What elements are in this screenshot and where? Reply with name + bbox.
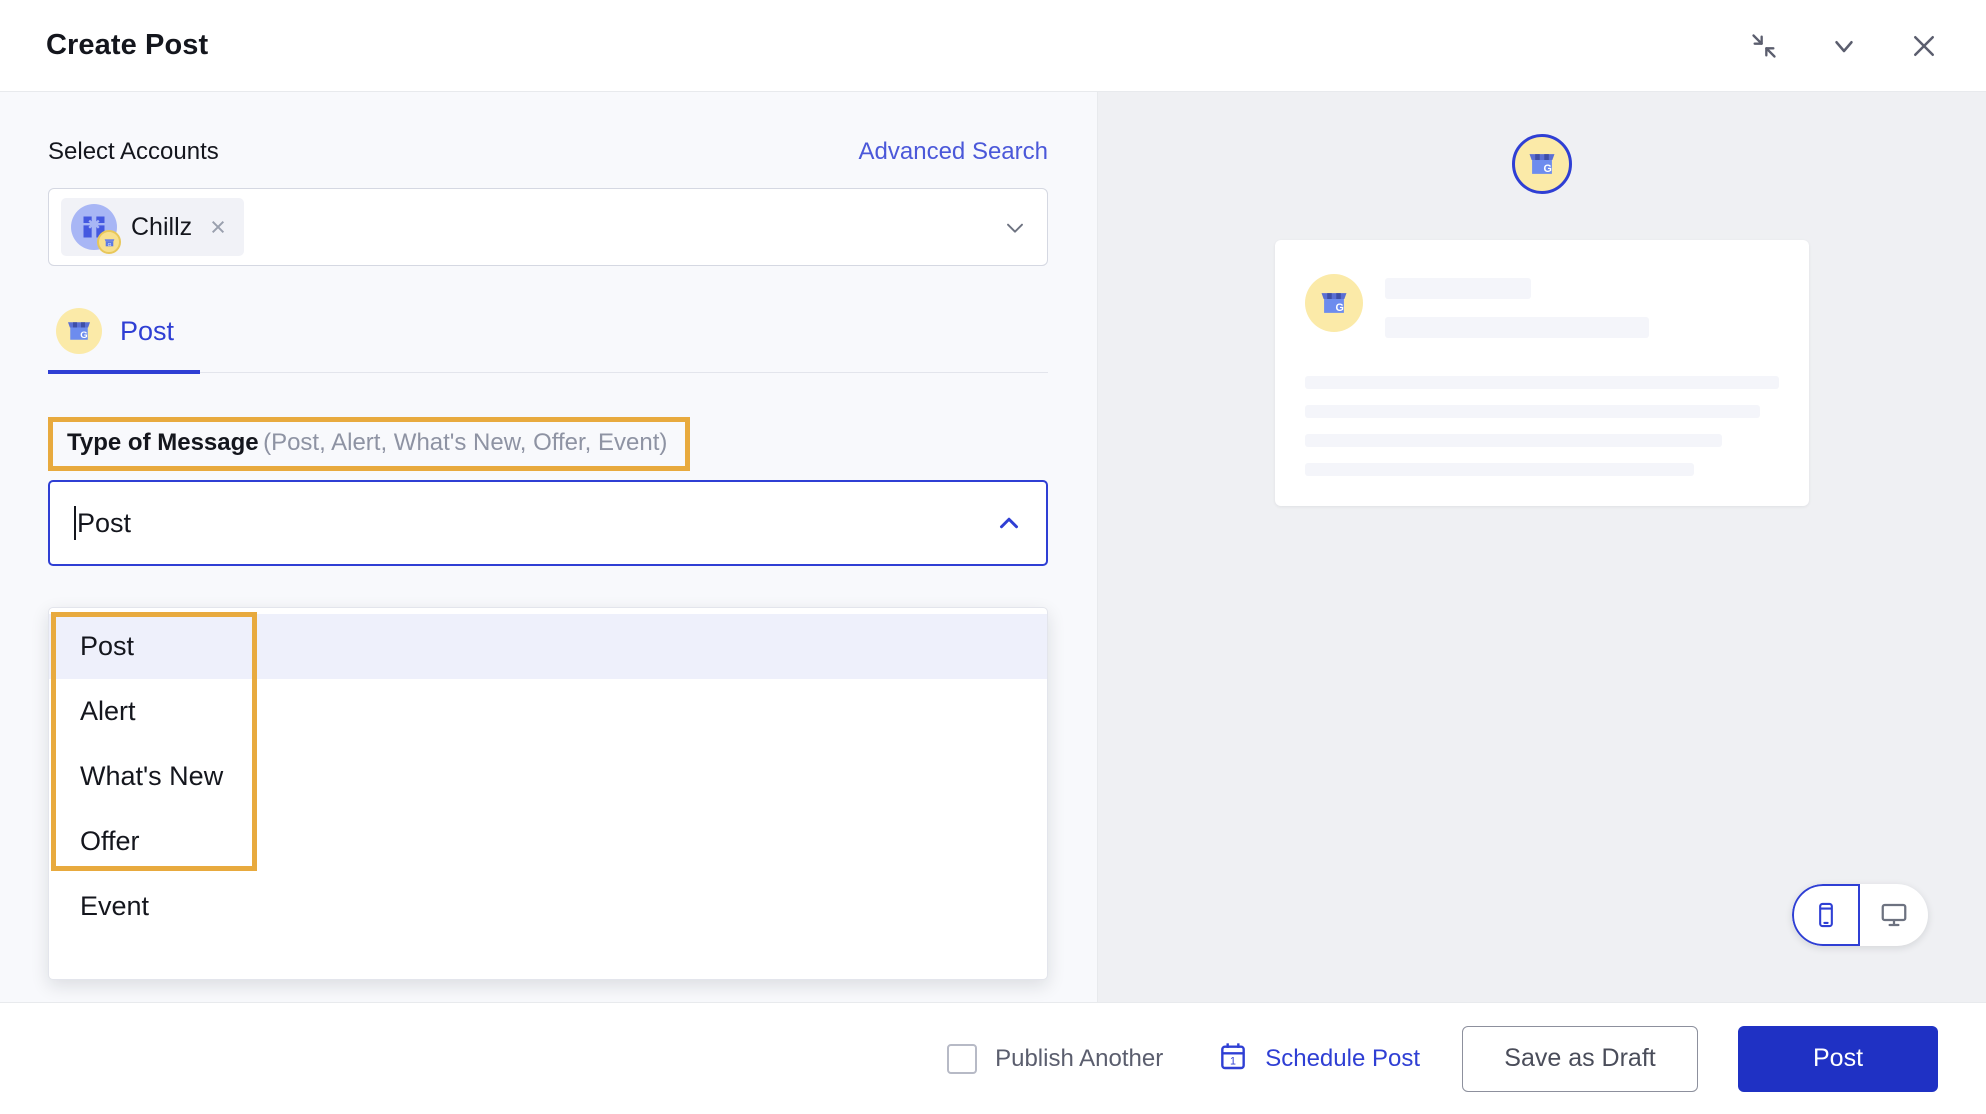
post-button[interactable]: Post: [1738, 1025, 1938, 1092]
page-title: Create Post: [46, 29, 209, 61]
account-chip[interactable]: G Chillz ×: [61, 198, 244, 256]
tab-post-label: Post: [120, 315, 175, 346]
svg-text:G: G: [1543, 163, 1551, 175]
calendar-icon: 1: [1217, 1040, 1249, 1077]
dropdown-option-alert[interactable]: Alert: [49, 679, 1047, 744]
account-select-box[interactable]: G Chillz ×: [48, 188, 1048, 266]
mobile-icon[interactable]: [1792, 884, 1860, 946]
device-preview-toggle[interactable]: [1792, 884, 1928, 946]
schedule-post-button[interactable]: 1 Schedule Post: [1217, 1040, 1420, 1077]
select-accounts-header: Select Accounts Advanced Search: [48, 138, 1048, 166]
desktop-icon[interactable]: [1860, 884, 1928, 946]
titlebar-actions: [1742, 24, 1946, 68]
publish-another-label: Publish Another: [995, 1044, 1164, 1072]
preview-card-header: G: [1305, 274, 1779, 338]
dialog-body: Select Accounts Advanced Search G Chillz…: [0, 92, 1986, 1002]
type-of-message-input[interactable]: Post: [48, 480, 1048, 566]
preview-network-avatar: G: [1512, 134, 1572, 194]
google-business-profile-badge-icon: G: [97, 230, 121, 254]
schedule-post-label: Schedule Post: [1265, 1044, 1420, 1072]
svg-text:G: G: [1335, 302, 1343, 314]
type-of-message-label: Type of Message: [67, 429, 259, 456]
chevron-down-icon[interactable]: [1822, 24, 1866, 68]
checkbox-box[interactable]: [947, 1043, 978, 1074]
advanced-search-link[interactable]: Advanced Search: [859, 138, 1048, 166]
svg-text:1: 1: [1230, 1056, 1236, 1068]
svg-text:G: G: [107, 241, 111, 247]
preview-card: G: [1275, 240, 1809, 506]
type-of-message-field: Type of Message (Post, Alert, What's New…: [48, 417, 1048, 980]
type-of-message-label-annotation: Type of Message (Post, Alert, What's New…: [48, 417, 691, 471]
dropdown-option-event[interactable]: Event: [49, 874, 1047, 939]
save-as-draft-button[interactable]: Save as Draft: [1462, 1025, 1698, 1092]
remove-account-icon[interactable]: ×: [206, 213, 230, 241]
chevron-down-icon[interactable]: [1001, 213, 1029, 241]
select-accounts-label: Select Accounts: [48, 138, 219, 165]
preview-header-skeleton: [1385, 274, 1779, 338]
account-chip-label: Chillz: [131, 212, 193, 241]
type-of-message-value: Post: [77, 507, 132, 538]
chevron-up-icon[interactable]: [994, 508, 1024, 538]
dialog-footer: Publish Another 1 Schedule Post Save as …: [0, 1002, 1986, 1114]
dialog-titlebar: Create Post: [0, 0, 1986, 92]
network-tabs: G Post: [48, 308, 1048, 374]
preview-body-skeleton: [1305, 376, 1779, 476]
type-of-message-dropdown[interactable]: Post Alert What's New Offer Event: [48, 607, 1048, 980]
dropdown-option-offer[interactable]: Offer: [49, 809, 1047, 874]
tab-post[interactable]: G Post: [48, 308, 201, 374]
google-business-profile-icon: G: [1305, 274, 1363, 332]
dropdown-option-whats-new[interactable]: What's New: [49, 744, 1047, 809]
type-of-message-hint: (Post, Alert, What's New, Offer, Event): [263, 429, 668, 456]
avatar: G: [71, 204, 121, 254]
create-post-dialog: Create Post Select Accounts Advanced Sea…: [0, 0, 1986, 1114]
publish-another-checkbox[interactable]: Publish Another: [947, 1043, 1164, 1074]
minimize-collapse-icon[interactable]: [1742, 24, 1786, 68]
close-icon[interactable]: [1902, 24, 1946, 68]
text-cursor: [74, 506, 76, 540]
google-business-profile-icon: G: [56, 308, 102, 354]
post-preview-pane: G G: [1098, 92, 1986, 1002]
post-editor-pane: Select Accounts Advanced Search G Chillz…: [0, 92, 1098, 1002]
dropdown-option-post[interactable]: Post: [49, 614, 1047, 679]
svg-text:G: G: [80, 330, 87, 341]
